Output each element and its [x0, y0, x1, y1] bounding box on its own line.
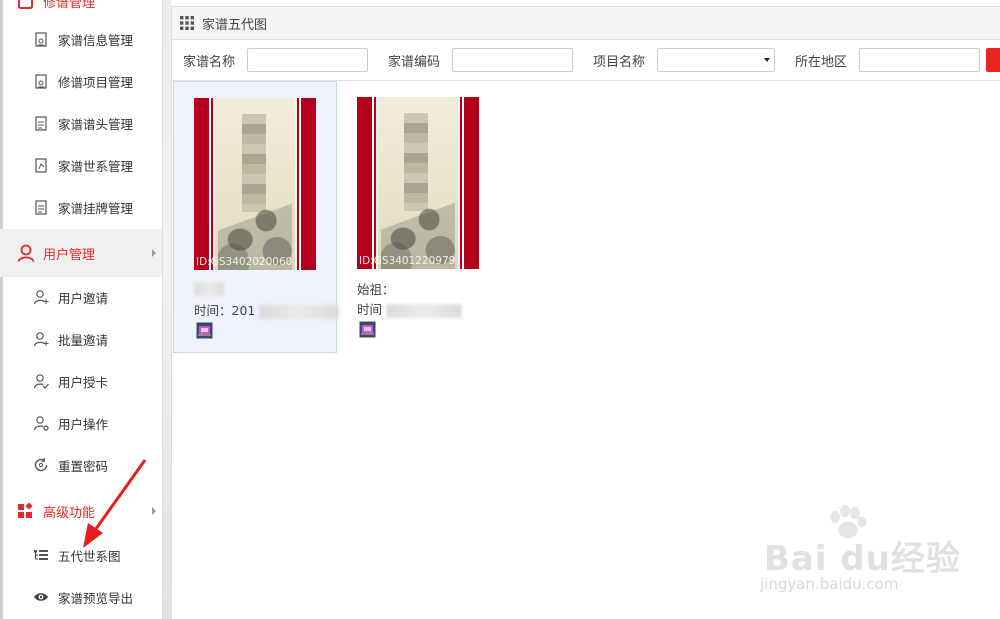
document-icon — [33, 115, 49, 131]
sidebar-item-preview-export[interactable]: 家谱预览导出 — [0, 576, 162, 618]
document-icon — [33, 199, 49, 215]
genealogy-name-input[interactable] — [247, 48, 369, 72]
project-name-select[interactable] — [657, 48, 775, 72]
blurred-text — [259, 304, 340, 319]
sidebar-item-reset-password[interactable]: 重置密码 — [0, 444, 162, 486]
search-button[interactable] — [986, 48, 1000, 72]
user-add-icon — [33, 331, 49, 347]
sidebar-item-user-ops[interactable]: 用户操作 — [0, 402, 162, 444]
sidebar-item-listing[interactable]: 家谱挂牌管理 — [0, 186, 162, 228]
user-gear-icon — [33, 415, 49, 431]
sidebar-item-label: 用户操作 — [58, 416, 109, 432]
sidebar-item-project[interactable]: 修谱项目管理 — [0, 60, 162, 102]
sidebar-item-label: 五代世系图 — [58, 548, 121, 564]
sidebar-item-label: 用户授卡 — [58, 374, 109, 390]
sidebar-group-genealogy[interactable]: 修谱管理 — [0, 0, 162, 16]
sidebar-item-label: 家谱信息管理 — [58, 32, 134, 48]
user-icon — [16, 243, 36, 263]
grid-icon — [180, 16, 194, 30]
time-line: 时间：201 — [194, 300, 340, 319]
chevron-right-icon — [152, 507, 156, 515]
eye-icon — [33, 589, 49, 605]
sidebar-item-label: 家谱预览导出 — [58, 590, 134, 606]
region-label: 所在地区 — [794, 54, 847, 70]
sidebar-item-label: 家谱谱头管理 — [58, 116, 134, 132]
user-check-icon — [33, 373, 49, 389]
file-user-icon — [33, 73, 49, 89]
sidebar-group-label: 用户管理 — [43, 247, 96, 263]
file-user-icon — [33, 31, 49, 47]
sidebar-item-label: 家谱世系管理 — [58, 158, 134, 174]
book-icon — [16, 0, 36, 11]
lineage-tree-icon[interactable] — [196, 322, 213, 339]
apps-icon — [16, 501, 36, 521]
chevron-right-icon — [152, 249, 156, 257]
genealogy-cover-image[interactable]: ID:GS3401220979 — [357, 97, 479, 269]
lineage-tree-icon[interactable] — [359, 321, 376, 338]
user-add-icon — [33, 289, 49, 305]
region-input[interactable] — [859, 48, 980, 72]
layout-gutter — [163, 0, 171, 619]
genealogy-id: ID:GS3401220979 — [359, 255, 456, 267]
sidebar-item-lineage[interactable]: 家谱世系管理 — [0, 144, 162, 186]
genealogy-name-label: 家谱名称 — [183, 54, 236, 70]
filter-bar: 家谱名称 家谱编码 项目名称 所在地区 — [172, 40, 1000, 81]
sidebar-item-genealogy-info[interactable]: 家谱信息管理 — [0, 18, 162, 60]
main-panel: 家谱五代图 家谱名称 家谱编码 项目名称 所在地区 ID:GS340202006… — [171, 6, 1000, 619]
sidebar-group-advanced[interactable]: 高级功能 — [0, 488, 162, 534]
genealogy-card[interactable]: ID:GS3402020060 时间：201 — [173, 81, 340, 353]
ancestor-line — [194, 280, 224, 296]
refresh-icon — [33, 457, 49, 473]
genealogy-id: ID:GS3402020060 — [196, 256, 293, 268]
caret-down-icon — [763, 58, 770, 62]
genealogy-code-label: 家谱编码 — [388, 54, 441, 70]
sidebar-item-label: 修谱项目管理 — [58, 74, 134, 90]
sidebar-item-label: 重置密码 — [58, 458, 109, 474]
sidebar: 修谱管理 家谱信息管理 修谱项目管理 家谱谱头管理 家谱世系管理 家谱挂牌管理 — [0, 0, 163, 619]
sidebar-item-user-invite[interactable]: 用户邀请 — [0, 276, 162, 318]
file-tree-icon — [33, 157, 49, 173]
sidebar-group-users[interactable]: 用户管理 — [0, 229, 162, 277]
genealogy-code-input[interactable] — [452, 48, 574, 72]
genealogy-cover-image[interactable]: ID:GS3402020060 — [194, 98, 316, 270]
sidebar-item-user-card[interactable]: 用户授卡 — [0, 360, 162, 402]
sidebar-group-label: 修谱管理 — [43, 0, 96, 11]
project-name-label: 项目名称 — [593, 54, 646, 70]
sidebar-item-header[interactable]: 家谱谱头管理 — [0, 102, 162, 144]
genealogy-card[interactable]: ID:GS3401220979 始祖： 时间 — [337, 81, 501, 353]
sidebar-item-batch-invite[interactable]: 批量邀请 — [0, 318, 162, 360]
time-line: 时间 — [357, 299, 462, 318]
sidebar-group-label: 高级功能 — [43, 505, 96, 521]
sidebar-item-label: 用户邀请 — [58, 290, 109, 306]
page-title: 家谱五代图 — [202, 17, 268, 33]
panel-title-bar: 家谱五代图 — [172, 7, 1000, 40]
sidebar-item-label: 批量邀请 — [58, 332, 109, 348]
sidebar-item-five-gen-chart[interactable]: 五代世系图 — [0, 534, 162, 576]
list-tree-icon — [33, 547, 49, 563]
blurred-text — [194, 281, 224, 296]
sidebar-item-label: 家谱挂牌管理 — [58, 200, 134, 216]
ancestor-line: 始祖： — [357, 282, 395, 297]
blurred-text — [386, 303, 462, 318]
